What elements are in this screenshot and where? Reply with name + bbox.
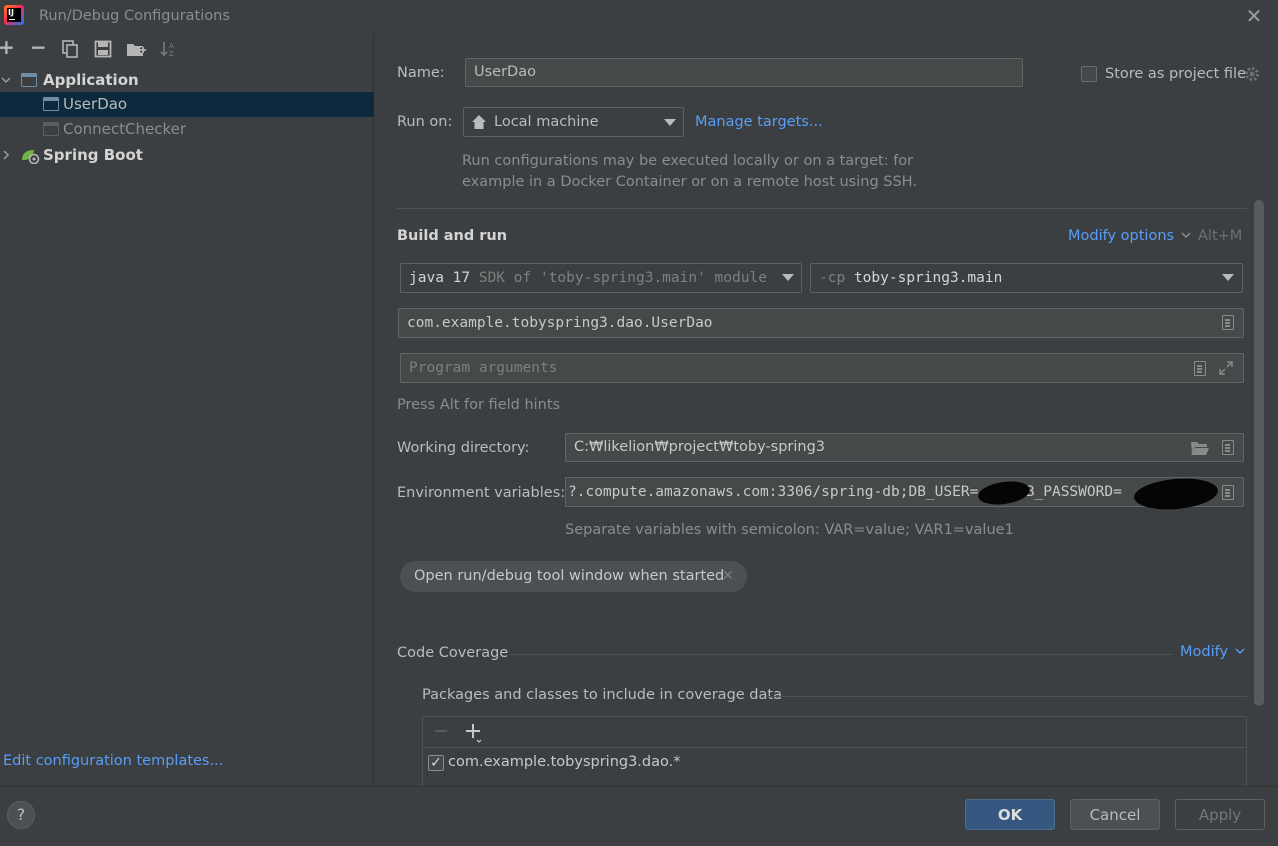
tree-label: UserDao <box>63 95 128 113</box>
folder-icon[interactable] <box>1190 440 1210 456</box>
modify-options-shortcut: Alt+M <box>1198 228 1243 244</box>
remove-configuration-icon[interactable]: − <box>30 37 48 57</box>
chevron-down-icon <box>1235 644 1245 660</box>
store-as-project-file-label: Store as project file <box>1105 66 1246 82</box>
insert-macro-icon[interactable] <box>1194 361 1206 376</box>
copy-configuration-icon[interactable] <box>61 40 79 58</box>
classpath-dropdown[interactable]: -cp toby-spring3.main <box>810 263 1243 293</box>
close-icon[interactable]: ✕ <box>1244 5 1264 27</box>
packages-title: Packages and classes to include in cover… <box>422 687 782 703</box>
modify-coverage-label: Modify <box>1180 644 1229 660</box>
tree-item-spring-boot[interactable]: Spring Boot <box>0 143 374 168</box>
modify-options-link[interactable]: Modify options <box>1068 228 1191 244</box>
table-row[interactable]: ✓ com.example.tobyspring3.dao.* <box>423 748 1246 778</box>
working-directory-input[interactable]: C:₩likelion₩project₩toby-spring3 <box>565 433 1244 462</box>
coverage-packages-table: ✓ com.example.tobyspring3.dao.* <box>422 716 1247 786</box>
classpath-value: toby-spring3.main <box>853 270 1003 286</box>
save-configuration-icon[interactable] <box>94 40 112 58</box>
chevron-down-icon <box>1181 228 1191 244</box>
application-icon <box>43 122 59 136</box>
build-and-run-title: Build and run <box>397 228 508 244</box>
coverage-toolbar <box>423 717 1246 748</box>
svg-text:Z: Z <box>169 50 174 58</box>
run-on-dropdown[interactable]: Local machine <box>463 107 684 137</box>
run-on-value: Local machine <box>494 114 599 130</box>
svg-text:A: A <box>169 42 174 50</box>
application-icon <box>21 73 37 87</box>
program-arguments-input[interactable]: Program arguments <box>400 353 1244 383</box>
chevron-down-icon[interactable] <box>0 68 12 93</box>
title-bar: IJ Run/Debug Configurations ✕ <box>0 0 1278 34</box>
divider <box>766 696 1247 697</box>
classpath-prefix: -cp <box>819 270 846 286</box>
edit-environment-icon[interactable] <box>1222 485 1234 500</box>
divider <box>397 208 1247 209</box>
jdk-main-value: java 17 <box>409 270 471 286</box>
edit-configuration-templates-link[interactable]: Edit configuration templates... <box>3 753 223 769</box>
run-on-label: Run on: <box>397 114 453 130</box>
field-hints-hint: Press Alt for field hints <box>397 397 561 413</box>
intellij-logo-icon: IJ <box>4 5 24 25</box>
add-pattern-icon[interactable] <box>465 723 483 743</box>
remove-pattern-icon[interactable] <box>433 723 449 739</box>
home-icon <box>471 114 487 130</box>
jdk-sub-value: SDK of 'toby-spring3.main' module <box>478 270 767 286</box>
tree-item-connectchecker[interactable]: ConnectChecker <box>0 117 374 142</box>
run-on-hint-line2: example in a Docker Container or on a re… <box>462 174 917 190</box>
tree-label: Application <box>43 71 139 89</box>
insert-macro-icon[interactable] <box>1222 440 1234 455</box>
gear-icon[interactable] <box>1243 65 1261 83</box>
new-folder-icon[interactable] <box>126 40 146 58</box>
remove-option-icon[interactable]: ✕ <box>722 568 734 584</box>
chevron-down-icon <box>1222 274 1234 281</box>
main-class-input[interactable]: com.example.tobyspring3.dao.UserDao <box>398 308 1244 338</box>
cancel-button[interactable]: Cancel <box>1070 799 1160 830</box>
name-input[interactable]: UserDao <box>465 58 1023 87</box>
sort-icon[interactable]: AZ <box>160 40 178 58</box>
tree-label: Spring Boot <box>43 146 143 164</box>
ok-button[interactable]: OK <box>965 799 1055 830</box>
pattern-checkbox[interactable]: ✓ <box>428 755 444 771</box>
chevron-down-icon <box>782 274 794 281</box>
divider <box>510 654 1172 655</box>
store-as-project-file-checkbox[interactable] <box>1081 66 1097 82</box>
working-directory-label: Working directory: <box>397 440 530 456</box>
environment-variables-hint: Separate variables with semicolon: VAR=v… <box>565 522 1014 538</box>
modify-options-label: Modify options <box>1068 228 1175 244</box>
pattern-label: com.example.tobyspring3.dao.* <box>448 754 681 770</box>
help-button[interactable]: ? <box>7 801 35 829</box>
browse-icon[interactable] <box>1222 315 1234 330</box>
spring-boot-icon <box>20 148 40 165</box>
option-tag-chip[interactable]: Open run/debug tool window when started … <box>400 561 747 592</box>
scrollbar[interactable] <box>1254 200 1264 706</box>
apply-button[interactable]: Apply <box>1175 799 1265 830</box>
modify-coverage-link[interactable]: Modify <box>1180 644 1245 660</box>
run-on-hint-line1: Run configurations may be executed local… <box>462 153 914 169</box>
environment-variables-label: Environment variables: <box>397 485 566 501</box>
env-vars-text-part1: ?.compute.amazonaws.com:3306/spring-db;D… <box>568 484 979 500</box>
add-configuration-icon[interactable]: + <box>0 37 16 57</box>
name-label: Name: <box>397 65 445 81</box>
tree-label: ConnectChecker <box>63 120 187 138</box>
expand-icon[interactable] <box>1218 360 1234 376</box>
tag-chip-label: Open run/debug tool window when started <box>414 568 725 584</box>
jdk-dropdown[interactable]: java 17 SDK of 'toby-spring3.main' modul… <box>400 263 802 293</box>
chevron-down-icon <box>664 119 676 126</box>
chevron-right-icon[interactable] <box>0 143 12 168</box>
application-icon <box>43 97 59 111</box>
tree-item-userdao[interactable]: UserDao <box>0 92 374 117</box>
tree-item-application[interactable]: Application <box>0 68 374 93</box>
window-title: Run/Debug Configurations <box>39 8 230 24</box>
manage-targets-link[interactable]: Manage targets... <box>695 114 823 130</box>
code-coverage-title: Code Coverage <box>397 645 509 661</box>
